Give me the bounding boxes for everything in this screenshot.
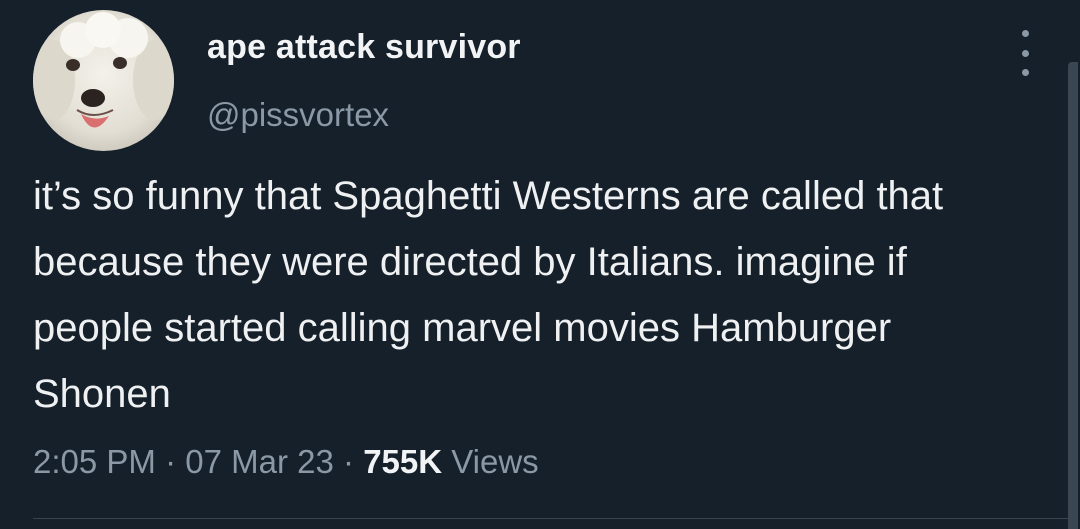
views-count[interactable]: 755K xyxy=(363,443,442,480)
meta-separator: · xyxy=(343,443,355,480)
meta-separator: · xyxy=(165,443,177,480)
tweet-date[interactable]: 07 Mar 23 xyxy=(185,443,334,480)
more-vertical-icon-dot xyxy=(1021,49,1029,57)
more-vertical-icon xyxy=(1021,30,1029,37)
tweet-meta: 2:05 PM · 07 Mar 23 · 755K Views xyxy=(33,443,539,481)
views-label[interactable]: Views xyxy=(451,443,538,480)
divider xyxy=(33,518,1068,519)
tweet-text: it’s so funny that Spaghetti Westerns ar… xyxy=(33,174,944,416)
scrollbar[interactable] xyxy=(1068,62,1078,529)
avatar[interactable] xyxy=(33,10,174,151)
display-name[interactable]: ape attack survivor xyxy=(207,28,521,67)
more-vertical-icon-dot xyxy=(1021,69,1029,76)
tweet-card[interactable]: ape attack survivor @pissvortex it’s so … xyxy=(0,0,1080,529)
user-handle[interactable]: @pissvortex xyxy=(207,96,389,134)
more-options-button[interactable] xyxy=(1010,30,1040,76)
tweet-time[interactable]: 2:05 PM xyxy=(33,443,156,480)
